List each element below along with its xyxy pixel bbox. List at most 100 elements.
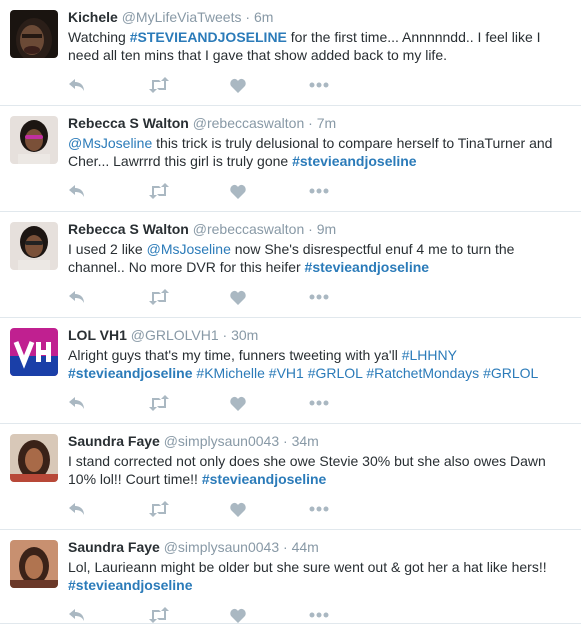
reply-button[interactable] [68, 606, 86, 624]
avatar[interactable] [10, 328, 58, 376]
separator-dot: · [308, 115, 313, 131]
tweet-item[interactable]: Saundra Faye @simplysaun0043 · 44m Lol, … [0, 530, 581, 624]
tweet-text-segment: Lol, Laurieann might be older but she su… [68, 559, 551, 575]
hashtag-link[interactable]: #LHHNY [402, 347, 457, 363]
author-handle[interactable]: @rebeccaswalton [193, 115, 305, 131]
author-name[interactable]: Saundra Faye [68, 539, 160, 555]
heart-icon [230, 78, 246, 93]
retweet-button[interactable] [148, 606, 170, 624]
tweet-item[interactable]: LOL VH1 @GRLOLVH1 · 30m Alright guys tha… [0, 318, 581, 424]
retweet-button[interactable] [148, 76, 170, 94]
hashtag-link[interactable]: #stevieandjoseline [68, 577, 193, 593]
tweet-text: I stand corrected not only does she owe … [68, 452, 571, 488]
retweet-button[interactable] [148, 500, 170, 518]
more-icon [309, 506, 329, 512]
hashtag-link[interactable]: #VH1 [269, 365, 304, 381]
more-icon [309, 82, 329, 88]
heart-icon [230, 396, 246, 411]
tweet-actions [68, 600, 571, 630]
retweet-icon [148, 183, 170, 199]
tweet-header: Saundra Faye @simplysaun0043 · 44m [68, 530, 571, 556]
reply-button[interactable] [68, 500, 86, 518]
heart-icon [230, 502, 246, 517]
tweet-text: I used 2 like @MsJoseline now She's disr… [68, 240, 571, 276]
tweet-header: Rebecca S Walton @rebeccaswalton · 7m [68, 106, 571, 132]
like-button[interactable] [230, 394, 246, 412]
more-button[interactable] [309, 394, 329, 412]
more-button[interactable] [309, 288, 329, 306]
avatar[interactable] [10, 116, 58, 164]
more-button[interactable] [309, 182, 329, 200]
hashtag-link[interactable]: #stevieandjoseline [305, 259, 430, 275]
reply-button[interactable] [68, 288, 86, 306]
tweet-text: Lol, Laurieann might be older but she su… [68, 558, 571, 594]
author-handle[interactable]: @MyLifeViaTweets [122, 9, 242, 25]
reply-button[interactable] [68, 182, 86, 200]
like-button[interactable] [230, 606, 246, 624]
mention-link[interactable]: @MsJoseline [147, 241, 231, 257]
like-button[interactable] [230, 182, 246, 200]
retweet-icon [148, 607, 170, 623]
timestamp[interactable]: 7m [317, 115, 336, 131]
author-name[interactable]: LOL VH1 [68, 327, 127, 343]
timestamp[interactable]: 9m [317, 221, 336, 237]
timestamp[interactable]: 30m [231, 327, 258, 343]
retweet-button[interactable] [148, 182, 170, 200]
like-button[interactable] [230, 500, 246, 518]
timestamp[interactable]: 6m [254, 9, 273, 25]
hashtag-link[interactable]: #stevieandjoseline [202, 471, 327, 487]
hashtag-link[interactable]: #STEVIEANDJOSELINE [130, 29, 287, 45]
heart-icon [230, 290, 246, 305]
separator-dot: · [283, 433, 288, 449]
heart-icon [230, 184, 246, 199]
hashtag-link[interactable]: #RatchetMondays [366, 365, 479, 381]
author-name[interactable]: Rebecca S Walton [68, 115, 189, 131]
author-handle[interactable]: @simplysaun0043 [164, 433, 279, 449]
reply-icon [68, 289, 86, 305]
author-name[interactable]: Rebecca S Walton [68, 221, 189, 237]
tweet-actions [68, 176, 571, 206]
tweet-header: Saundra Faye @simplysaun0043 · 34m [68, 424, 571, 450]
author-handle[interactable]: @simplysaun0043 [164, 539, 279, 555]
tweet-text-segment: Watching [68, 29, 130, 45]
tweet-item[interactable]: Kichele @MyLifeViaTweets · 6m Watching #… [0, 0, 581, 106]
retweet-button[interactable] [148, 394, 170, 412]
retweet-button[interactable] [148, 288, 170, 306]
tweet-header: LOL VH1 @GRLOLVH1 · 30m [68, 318, 571, 344]
mention-link[interactable]: @MsJoseline [68, 135, 152, 151]
hashtag-link[interactable]: #GRLOL [483, 365, 538, 381]
more-button[interactable] [309, 606, 329, 624]
tweet-item[interactable]: Saundra Faye @simplysaun0043 · 34m I sta… [0, 424, 581, 530]
retweet-icon [148, 289, 170, 305]
separator-dot: · [222, 327, 228, 343]
tweet-text: Alright guys that's my time, funners twe… [68, 346, 571, 382]
author-handle[interactable]: @rebeccaswalton [193, 221, 305, 237]
hashtag-link[interactable]: #stevieandjoseline [292, 153, 417, 169]
reply-icon [68, 395, 86, 411]
author-handle[interactable]: @GRLOLVH1 [131, 327, 219, 343]
reply-icon [68, 77, 86, 93]
reply-button[interactable] [68, 76, 86, 94]
retweet-icon [148, 395, 170, 411]
tweet-item[interactable]: Rebecca S Walton @rebeccaswalton · 9m I … [0, 212, 581, 318]
tweet-text: @MsJoseline this trick is truly delusion… [68, 134, 571, 170]
hashtag-link[interactable]: #KMichelle [196, 365, 264, 381]
author-name[interactable]: Saundra Faye [68, 433, 160, 449]
like-button[interactable] [230, 76, 246, 94]
reply-icon [68, 607, 86, 623]
avatar[interactable] [10, 540, 58, 588]
author-name[interactable]: Kichele [68, 9, 118, 25]
hashtag-link[interactable]: #GRLOL [308, 365, 363, 381]
timestamp[interactable]: 34m [292, 433, 319, 449]
hashtag-link[interactable]: #stevieandjoseline [68, 365, 193, 381]
more-button[interactable] [309, 500, 329, 518]
avatar[interactable] [10, 10, 58, 58]
reply-button[interactable] [68, 394, 86, 412]
avatar[interactable] [10, 222, 58, 270]
like-button[interactable] [230, 288, 246, 306]
more-button[interactable] [309, 76, 329, 94]
timestamp[interactable]: 44m [292, 539, 319, 555]
tweet-text-segment: I used 2 like [68, 241, 147, 257]
avatar[interactable] [10, 434, 58, 482]
tweet-item[interactable]: Rebecca S Walton @rebeccaswalton · 7m @M… [0, 106, 581, 212]
